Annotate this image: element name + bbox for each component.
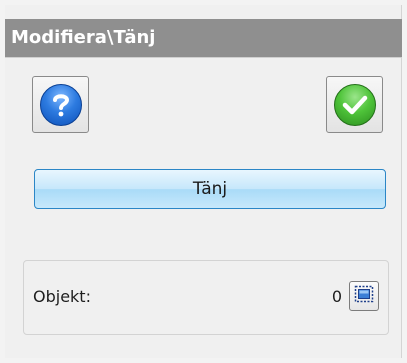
tool-panel: Modifiera\Tänj Tänj Objekt: 0 bbox=[5, 5, 402, 358]
title-divider bbox=[5, 57, 402, 58]
objekt-label: Objekt: bbox=[33, 287, 91, 306]
help-button[interactable] bbox=[32, 76, 89, 133]
checkmark-icon bbox=[333, 83, 376, 126]
objekt-group: Objekt: 0 bbox=[23, 260, 389, 335]
panel-title: Modifiera\Tänj bbox=[5, 19, 402, 57]
ok-button[interactable] bbox=[326, 76, 383, 133]
stretch-button[interactable]: Tänj bbox=[34, 169, 386, 209]
objekt-count: 0 bbox=[331, 287, 342, 306]
select-objects-icon bbox=[354, 285, 374, 307]
help-icon bbox=[39, 83, 82, 126]
select-objects-button[interactable] bbox=[349, 281, 379, 311]
